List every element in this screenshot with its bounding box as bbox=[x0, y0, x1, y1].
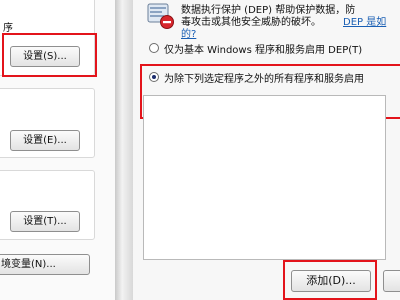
dep-tab-panel: 数据执行保护 (DEP) 帮助保护数据，防 毒攻击或其他安全威胁的破坏。 DEP… bbox=[133, 0, 400, 300]
dep-help-link[interactable]: DEP 是如 bbox=[343, 13, 386, 28]
highlight-settings-box bbox=[2, 33, 97, 77]
window-separator bbox=[115, 0, 133, 300]
performance-options-left-panel: 序 设置(S)... 设置(E)... 设置(T)... 境变量(N)... bbox=[0, 0, 115, 300]
excluded-programs-list[interactable] bbox=[143, 95, 386, 260]
environment-variables-button[interactable]: 境变量(N)... bbox=[0, 254, 90, 275]
group-label: 序 bbox=[3, 23, 13, 34]
radio-essential-only[interactable] bbox=[149, 43, 159, 53]
settings-button-startup[interactable]: 设置(T)... bbox=[10, 211, 80, 232]
settings-button-profiles[interactable]: 设置(E)... bbox=[10, 130, 80, 151]
dep-shield-icon bbox=[147, 3, 174, 29]
remove-program-button[interactable] bbox=[383, 270, 400, 292]
radio-essential-only-label[interactable]: 仅为基本 Windows 程序和服务启用 DEP(T) bbox=[164, 41, 362, 56]
dep-help-link-cont[interactable]: 的? bbox=[181, 25, 196, 40]
dep-description-line2: 毒攻击或其他安全威胁的破坏。 bbox=[181, 17, 321, 28]
highlight-add-box bbox=[283, 260, 377, 300]
